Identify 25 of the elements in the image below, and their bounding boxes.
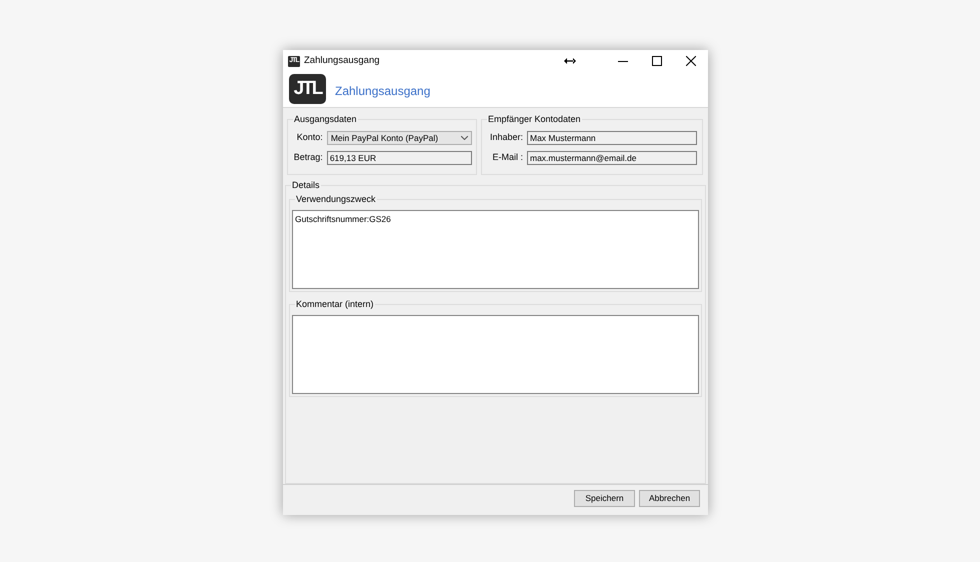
text-area[interactable] xyxy=(292,314,699,394)
field-label: E-Mail : xyxy=(491,151,524,164)
dialog-button[interactable]: Speichern xyxy=(574,490,635,507)
group-title: Empfänger Kontodaten xyxy=(487,112,582,125)
group-title: Verwendungszweck xyxy=(295,192,377,205)
account-dropdown[interactable]: Mein PayPal Konto (PayPal) xyxy=(326,130,472,145)
window-title: Zahlungsausgang xyxy=(304,54,380,68)
dialog-button[interactable]: Abbrechen xyxy=(639,490,700,507)
resize-cursor-icon xyxy=(564,58,576,64)
field-label: Konto: xyxy=(296,131,324,144)
group-title: Ausgangsdaten xyxy=(293,112,358,125)
group-title: Kommentar (intern) xyxy=(295,298,375,310)
caret-icon xyxy=(461,136,468,140)
logo: JTL xyxy=(289,74,326,104)
close-icon xyxy=(686,56,696,66)
field-label: Betrag: xyxy=(292,151,324,164)
minimize-icon xyxy=(618,60,628,62)
input-field[interactable]: Max Mustermann xyxy=(527,130,697,145)
maximize-icon xyxy=(652,56,662,66)
input-field[interactable]: 619,13 EUR xyxy=(326,150,472,165)
dialog-heading: Zahlungsausgang xyxy=(335,83,430,100)
field-label: Inhaber: xyxy=(488,131,524,144)
group-title: Details xyxy=(291,178,321,191)
text-area[interactable]: Gutschriftsnummer:GS26 xyxy=(292,210,699,289)
input-field[interactable]: max.mustermann@email.de xyxy=(527,150,697,165)
